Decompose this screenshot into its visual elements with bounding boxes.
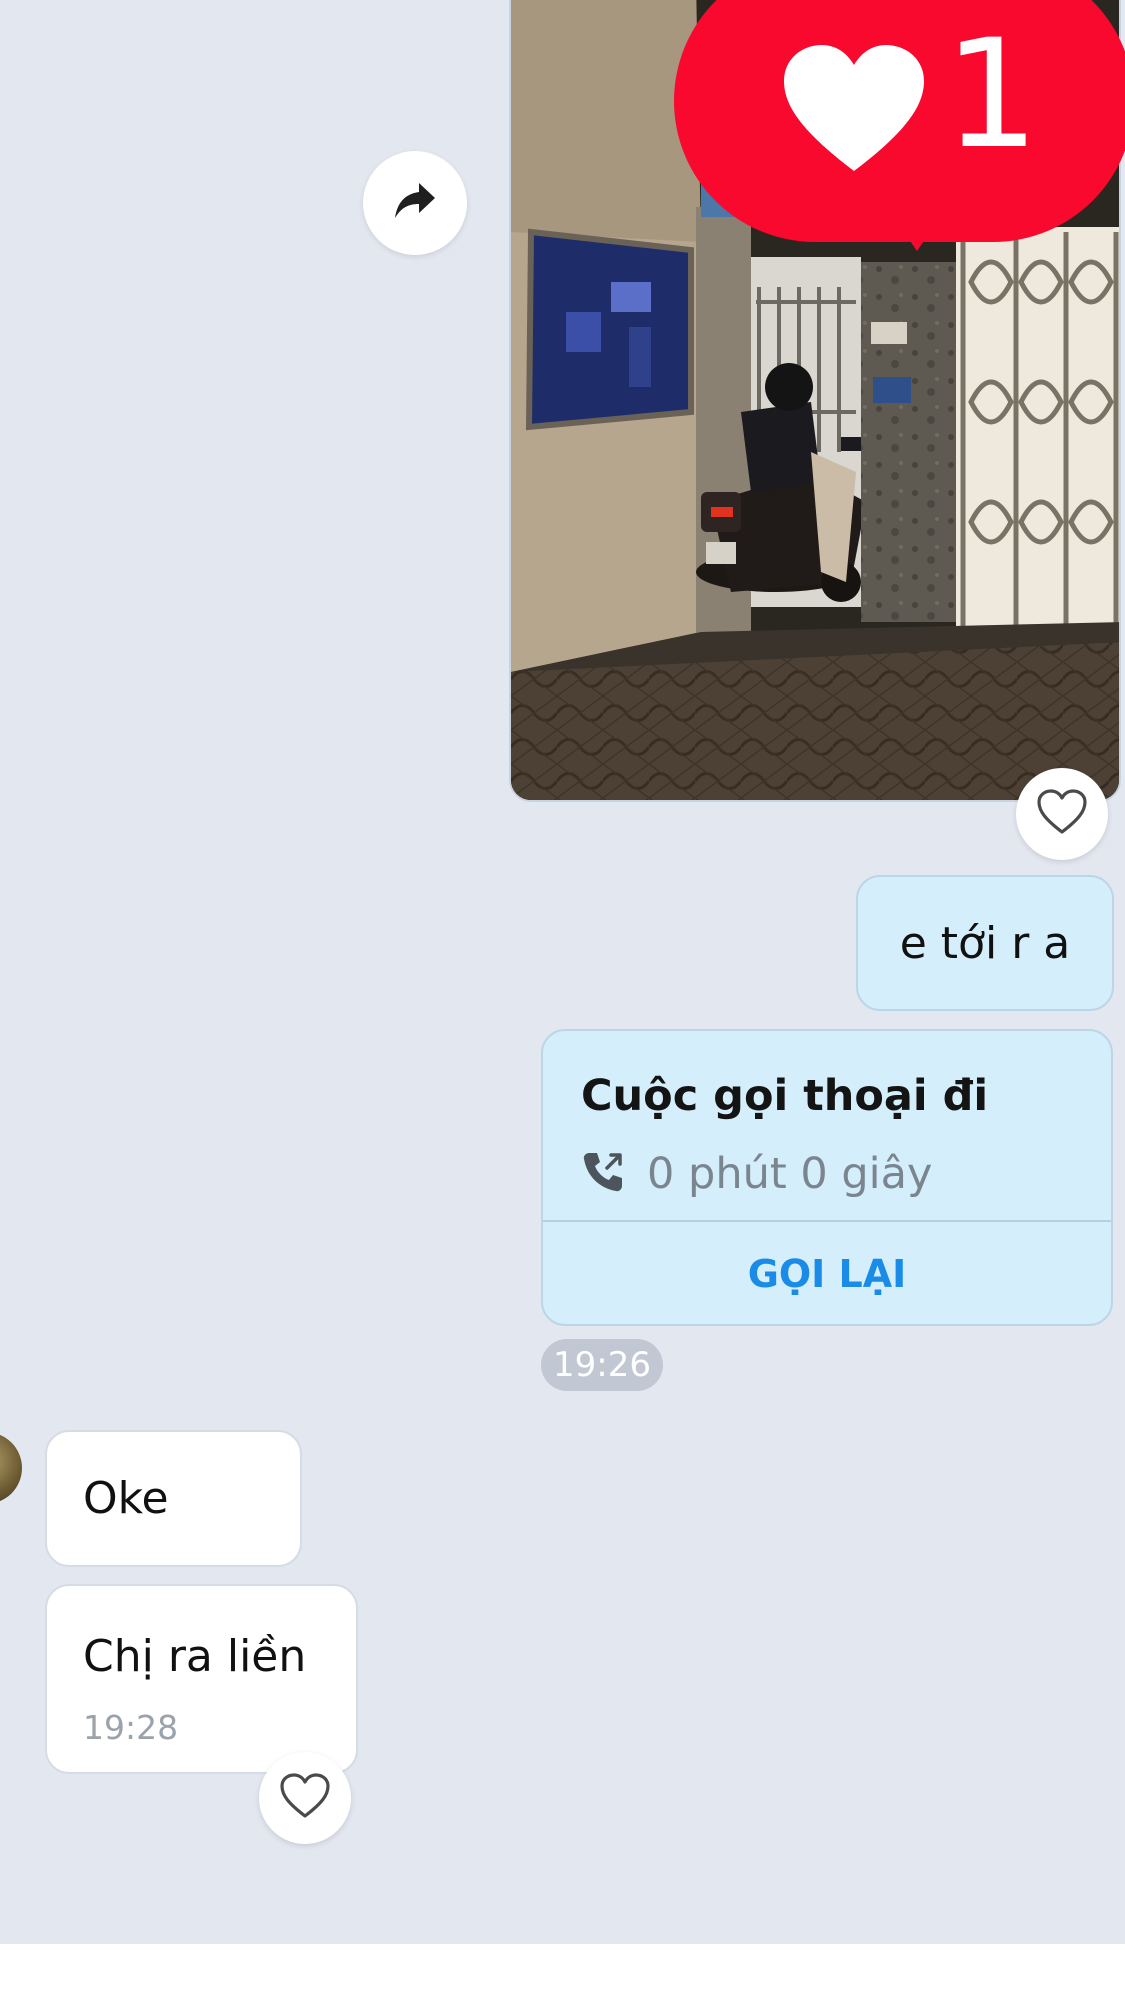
incoming-message[interactable]: Chị ra liền 19:28 [45, 1584, 358, 1774]
message-timestamp: 19:28 [83, 1708, 179, 1747]
heart-outline-icon [1037, 788, 1087, 840]
forward-button[interactable] [363, 151, 467, 255]
outgoing-call-icon [581, 1150, 625, 1199]
message-like-button[interactable] [259, 1752, 351, 1844]
chat-area: 1 e tới r a Cuộc gọi thoại đi 0 phút 0 g… [0, 0, 1125, 1944]
outgoing-message[interactable]: e tới r a [856, 875, 1114, 1011]
photo-like-button[interactable] [1016, 768, 1108, 860]
message-text: Chị ra liền [83, 1631, 307, 1682]
heart-reaction-badge[interactable]: 1 [674, 0, 1125, 251]
call-title: Cuộc gọi thoại đi [581, 1071, 989, 1121]
call-back-button[interactable]: GỌI LẠI [543, 1222, 1111, 1326]
reaction-count: 1 [944, 8, 1040, 182]
heart-outline-icon [280, 1772, 330, 1824]
message-timestamp: 19:26 [541, 1339, 663, 1391]
heart-icon [784, 45, 924, 180]
call-card: Cuộc gọi thoại đi 0 phút 0 giây GỌI LẠI [541, 1029, 1113, 1326]
incoming-message[interactable]: Oke [45, 1430, 302, 1567]
contact-avatar[interactable] [0, 1432, 22, 1504]
message-text: Oke [83, 1473, 169, 1524]
call-duration: 0 phút 0 giây [647, 1149, 933, 1199]
share-arrow-icon [393, 181, 437, 226]
call-duration-row: 0 phút 0 giây [581, 1149, 932, 1199]
message-text: e tới r a [899, 917, 1071, 969]
